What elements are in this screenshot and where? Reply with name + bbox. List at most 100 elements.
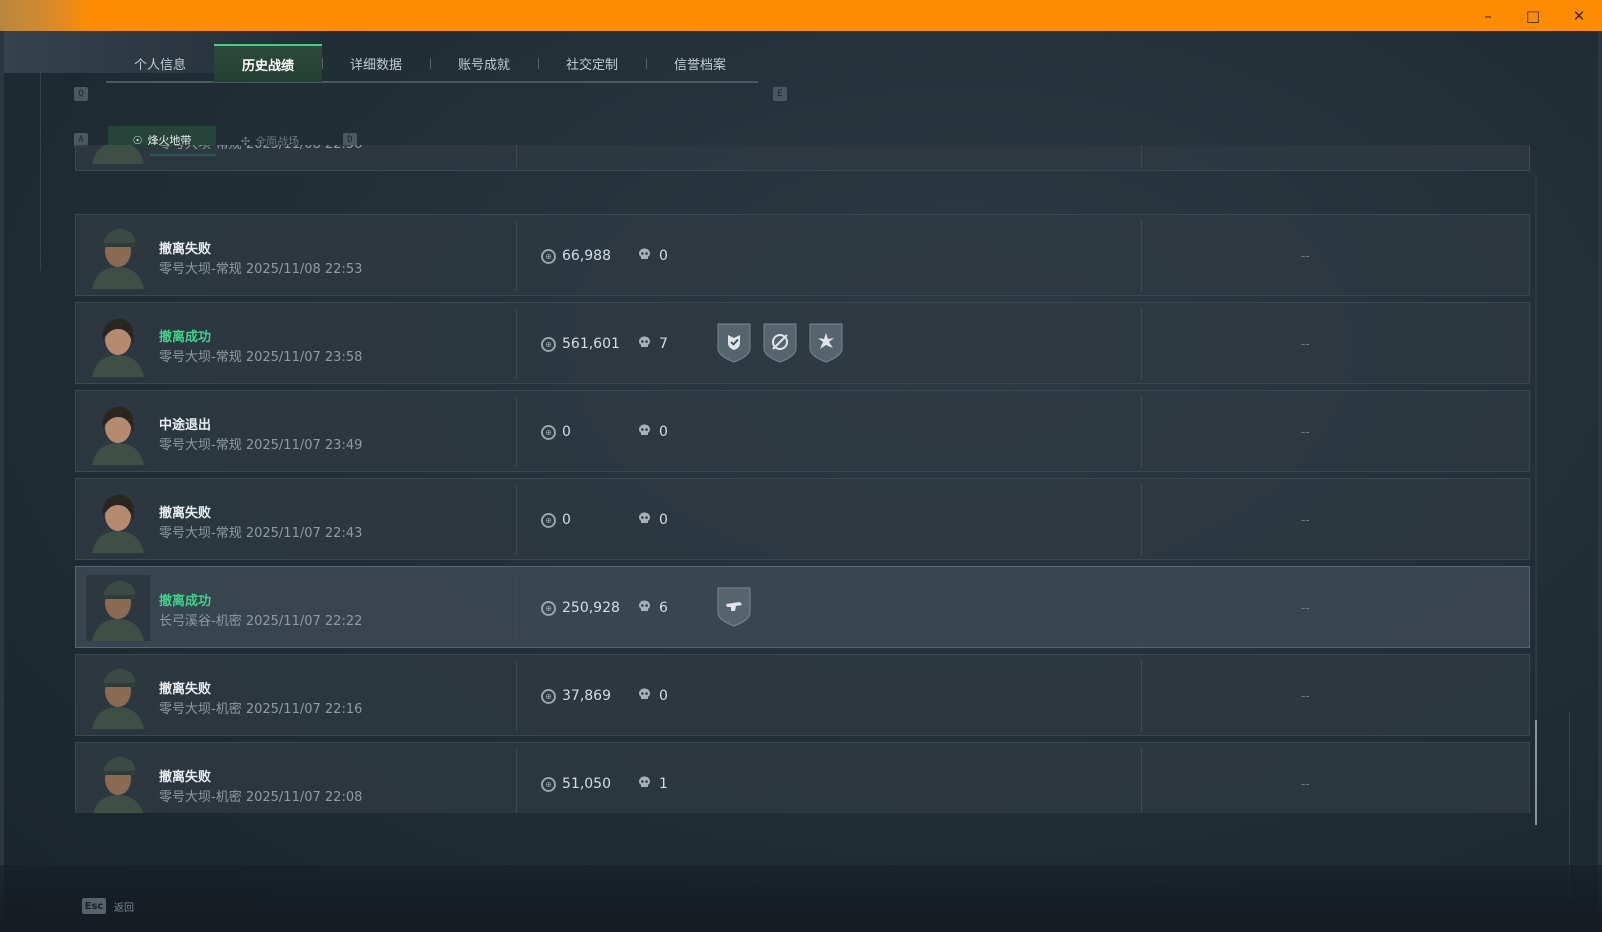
- operator-avatar: [86, 311, 150, 377]
- tab-social[interactable]: 社交定制: [538, 44, 646, 82]
- column-divider: [516, 484, 517, 556]
- match-stats: ⊕ 51,050 1: [541, 743, 668, 813]
- match-row[interactable]: 中途退出 零号大坝-常规 2025/11/07 23:49 ⊕ 0 0 --: [75, 390, 1530, 472]
- operator-avatar: [86, 223, 150, 289]
- match-stats: ⊕ 0 0: [541, 479, 668, 561]
- back-button[interactable]: Esc 返回: [82, 898, 134, 914]
- operator-avatar: [86, 399, 150, 465]
- scrollbar-thumb[interactable]: [1535, 720, 1537, 825]
- match-status: 撤离失败: [159, 770, 212, 785]
- match-stats: ⊕ 561,601 7: [541, 303, 668, 385]
- match-meta: 零号大坝-机密 2025/11/07 22:16: [159, 698, 362, 717]
- match-extra: --: [1301, 601, 1310, 615]
- match-map: 零号大坝-常规: [159, 262, 242, 277]
- minimize-icon[interactable]: –: [1465, 0, 1511, 31]
- match-time: 2025/11/07 22:16: [245, 702, 363, 717]
- window-titlebar: – □ ✕: [0, 0, 1602, 31]
- match-extra: --: [1301, 337, 1310, 351]
- column-divider: [516, 396, 517, 468]
- match-badges: [716, 585, 752, 627]
- match-map: 长弓溪谷-机密: [159, 614, 242, 629]
- match-row[interactable]: 撤离成功 零号大坝-常规 2025/11/07 23:58 ⊕ 561,601 7 --: [75, 302, 1530, 384]
- match-meta: 零号大坝-常规 2025/11/08 22:56: [159, 145, 362, 152]
- match-kills: 0: [659, 688, 668, 704]
- match-map: 零号大坝-常规: [159, 438, 242, 453]
- match-map: 零号大坝-机密: [159, 790, 242, 805]
- match-row[interactable]: 撤离成功 长弓溪谷-机密 2025/11/07 22:22 ⊕ 250,928 6 --: [75, 566, 1530, 648]
- match-meta: 零号大坝-机密 2025/11/07 22:08: [159, 786, 362, 805]
- nav-right-key[interactable]: E: [773, 87, 787, 101]
- column-divider: [1141, 308, 1142, 380]
- shield-check-badge-icon[interactable]: [716, 321, 752, 363]
- match-extra: --: [1301, 513, 1310, 527]
- match-stats: ⊕ 37,869 0: [541, 655, 668, 737]
- match-row[interactable]: 撤离失败 零号大坝-常规 2025/11/07 22:43 ⊕ 0 0 --: [75, 478, 1530, 560]
- tab-achievements[interactable]: 账号成就: [430, 44, 538, 82]
- match-status: 撤离失败: [159, 682, 212, 697]
- match-kills: 0: [659, 424, 668, 440]
- match-value: 0: [562, 512, 571, 528]
- operator-avatar: [86, 145, 150, 164]
- match-map: 零号大坝-常规: [159, 145, 242, 152]
- match-status: 撤离成功: [159, 594, 212, 609]
- match-kills: 6: [659, 600, 668, 616]
- match-meta: 零号大坝-常规 2025/11/08 22:53: [159, 258, 362, 277]
- match-extra: --: [1301, 249, 1310, 263]
- bottom-bar: [0, 865, 1602, 932]
- match-row[interactable]: 撤离失败 零号大坝-机密 2025/11/07 22:08 ⊕ 51,050 1 --: [75, 742, 1530, 813]
- tab-reputation[interactable]: 信誉档案: [646, 44, 754, 82]
- gun-badge-icon[interactable]: [716, 585, 752, 627]
- match-value: 250,928: [562, 600, 620, 616]
- scrollbar[interactable]: [1535, 175, 1537, 825]
- match-time: 2025/11/08 22:56: [246, 145, 363, 152]
- column-divider: [1141, 748, 1142, 813]
- match-time: 2025/11/08 22:53: [245, 262, 363, 277]
- nav-left-key[interactable]: Q: [74, 87, 88, 101]
- operator-avatar: [86, 487, 150, 553]
- skull-icon: [632, 336, 659, 353]
- column-divider: [1141, 396, 1142, 468]
- match-extra: --: [1301, 777, 1310, 791]
- match-value: 37,869: [562, 688, 611, 704]
- match-row[interactable]: 撤离失败 零号大坝-机密 2025/11/07 22:16 ⊕ 37,869 0 --: [75, 654, 1530, 736]
- match-row[interactable]: 撤离失败 零号大坝-常规 2025/11/08 22:53 ⊕ 66,988 0 --: [75, 214, 1530, 296]
- coin-icon: ⊕: [541, 776, 556, 792]
- coin-icon: ⊕: [541, 336, 556, 352]
- close-icon[interactable]: ✕: [1556, 0, 1602, 31]
- column-divider: [516, 308, 517, 380]
- match-time: 2025/11/07 23:58: [245, 350, 363, 365]
- column-divider: [1141, 220, 1142, 292]
- deco-line: [40, 71, 41, 271]
- tab-detailed-data[interactable]: 详细数据: [322, 44, 430, 82]
- match-time: 2025/11/07 22:08: [245, 790, 363, 805]
- operator-avatar: [86, 751, 150, 813]
- column-divider: [1141, 660, 1142, 732]
- match-map: 零号大坝-常规: [159, 526, 242, 541]
- match-meta: 零号大坝-常规 2025/11/07 22:43: [159, 522, 362, 541]
- skull-icon: [632, 600, 659, 617]
- maximize-icon[interactable]: □: [1510, 0, 1556, 31]
- match-value: 51,050: [562, 776, 611, 792]
- match-status: 中途退出: [159, 418, 212, 433]
- explosion-badge-icon[interactable]: [808, 321, 844, 363]
- match-status: 撤离成功: [159, 330, 212, 345]
- esc-key: Esc: [82, 898, 106, 914]
- match-value: 561,601: [562, 336, 620, 352]
- skull-icon: [632, 424, 659, 441]
- column-divider: [1141, 572, 1142, 644]
- match-extra: --: [1301, 425, 1310, 439]
- tab-personal-info[interactable]: 个人信息: [106, 44, 214, 82]
- match-badges: [716, 321, 844, 363]
- match-row[interactable]: 零号大坝-常规 2025/11/08 22:56: [75, 145, 1530, 171]
- column-divider: [516, 145, 517, 167]
- match-time: 2025/11/07 22:43: [245, 526, 363, 541]
- column-divider: [516, 748, 517, 813]
- match-meta: 零号大坝-常规 2025/11/07 23:49: [159, 434, 362, 453]
- target-badge-icon[interactable]: [762, 321, 798, 363]
- coin-icon: ⊕: [541, 688, 556, 704]
- match-stats: ⊕ 250,928 6: [541, 567, 668, 649]
- skull-icon: [632, 248, 659, 265]
- column-divider: [516, 660, 517, 732]
- column-divider: [1141, 484, 1142, 556]
- tab-match-history[interactable]: 历史战绩: [214, 44, 322, 82]
